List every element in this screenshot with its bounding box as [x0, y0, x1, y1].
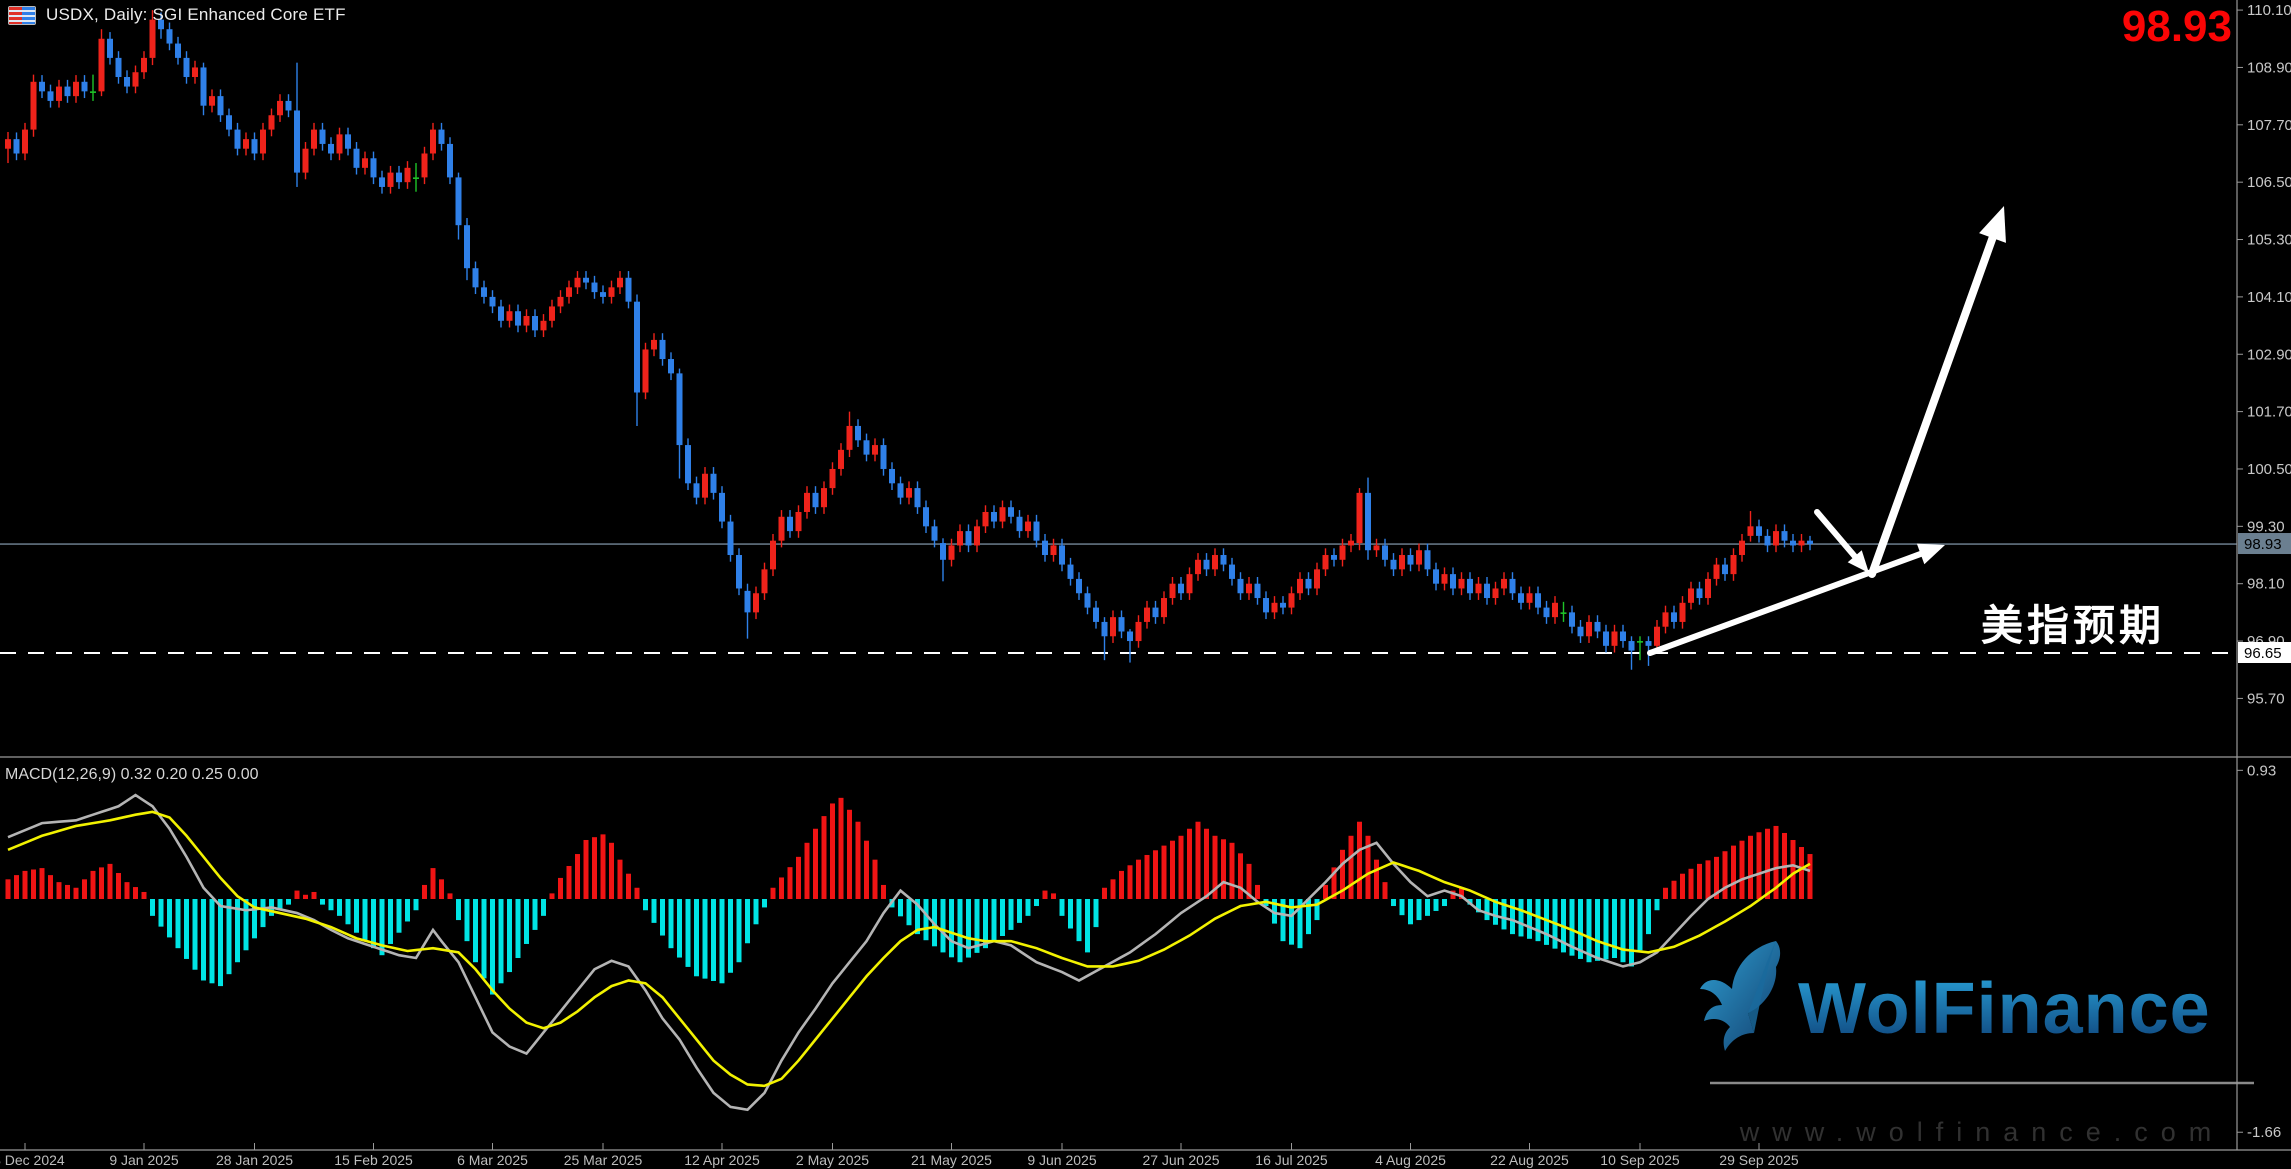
svg-text:95.70: 95.70	[2247, 690, 2285, 707]
svg-text:101.70: 101.70	[2247, 404, 2291, 421]
svg-text:4 Aug 2025: 4 Aug 2025	[1375, 1152, 1446, 1168]
candles-layer	[5, 10, 1813, 670]
icon-red-half	[9, 7, 22, 24]
svg-text:10 Sep 2025: 10 Sep 2025	[1600, 1152, 1680, 1168]
time-axis-labels: 18 Dec 2024 9 Jan 2025 28 Jan 2025 15 Feb 2…	[0, 1143, 1799, 1168]
trading-terminal: 110.10 108.90 107.70 106.50 105.30 104.10 102.…	[0, 0, 2291, 1169]
svg-text:28 Jan 2025: 28 Jan 2025	[216, 1152, 293, 1168]
svg-text:107.70: 107.70	[2247, 117, 2291, 134]
svg-text:96.65: 96.65	[2244, 645, 2282, 662]
macd-indicator-label: MACD(12,26,9) 0.32 0.20 0.25 0.00	[5, 766, 259, 784]
annotation-arrows[interactable]	[1650, 206, 2006, 653]
svg-text:105.30: 105.30	[2247, 232, 2291, 249]
svg-text:27 Jun 2025: 27 Jun 2025	[1142, 1152, 1219, 1168]
svg-text:98.93: 98.93	[2244, 536, 2282, 553]
chart-canvas[interactable]: 110.10 108.90 107.70 106.50 105.30 104.10 102.…	[0, 0, 2291, 1169]
symbol-title: USDX, Daily: SGI Enhanced Core ETF	[46, 5, 346, 25]
svg-text:25 Mar 2025: 25 Mar 2025	[564, 1152, 643, 1168]
svg-text:16 Jul 2025: 16 Jul 2025	[1255, 1152, 1328, 1168]
svg-text:106.50: 106.50	[2247, 174, 2291, 191]
svg-text:9 Jan 2025: 9 Jan 2025	[109, 1152, 178, 1168]
svg-text:108.90: 108.90	[2247, 59, 2291, 76]
svg-text:0.93: 0.93	[2247, 762, 2276, 779]
svg-text:2 May 2025: 2 May 2025	[796, 1152, 869, 1168]
svg-text:18 Dec 2024: 18 Dec 2024	[0, 1152, 65, 1168]
macd-main-line	[8, 795, 1810, 1110]
svg-text:100.50: 100.50	[2247, 461, 2291, 478]
icon-blue-half	[22, 7, 35, 24]
svg-text:9 Jun 2025: 9 Jun 2025	[1027, 1152, 1096, 1168]
annotation-text[interactable]: 美指预期	[1958, 592, 2188, 653]
svg-text:21 May 2025: 21 May 2025	[911, 1152, 992, 1168]
macd-signal-line	[8, 812, 1810, 1086]
price-axis-labels: 110.10 108.90 107.70 106.50 105.30 104.10 102.…	[2237, 2, 2291, 1141]
svg-text:-1.66: -1.66	[2247, 1124, 2281, 1141]
svg-text:99.30: 99.30	[2247, 518, 2285, 535]
svg-text:15 Feb 2025: 15 Feb 2025	[334, 1152, 413, 1168]
svg-text:29 Sep 2025: 29 Sep 2025	[1719, 1152, 1799, 1168]
chart-frame	[0, 0, 2291, 1150]
svg-text:110.10: 110.10	[2247, 2, 2291, 19]
big-price-overlay: 98.93	[2040, 2, 2232, 52]
chart-window-icon	[8, 6, 36, 25]
svg-text:104.10: 104.10	[2247, 289, 2291, 306]
svg-text:6 Mar 2025: 6 Mar 2025	[457, 1152, 528, 1168]
macd-layer	[6, 795, 1813, 1110]
chart-header: USDX, Daily: SGI Enhanced Core ETF	[8, 5, 346, 25]
svg-text:22 Aug 2025: 22 Aug 2025	[1490, 1152, 1569, 1168]
svg-text:98.10: 98.10	[2247, 576, 2285, 593]
svg-text:102.90: 102.90	[2247, 346, 2291, 363]
svg-text:12 Apr 2025: 12 Apr 2025	[684, 1152, 760, 1168]
